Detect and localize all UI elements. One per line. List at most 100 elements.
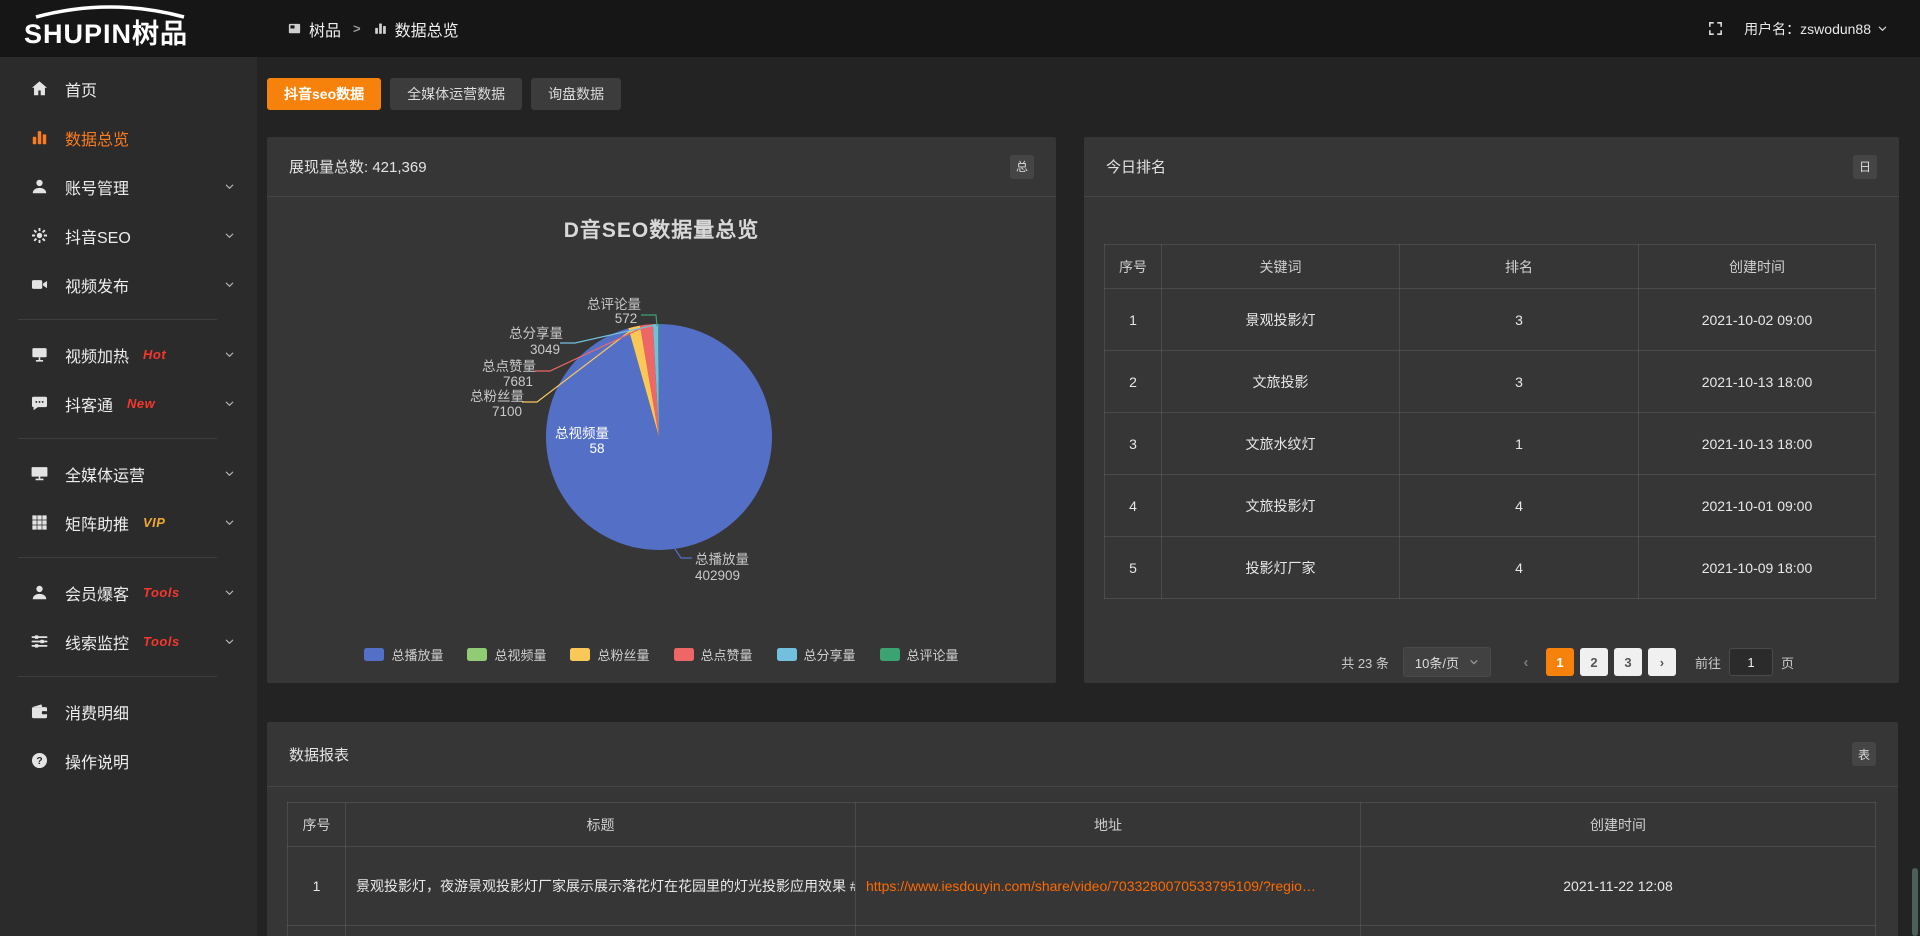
cell-序号: 5 [1105,537,1162,599]
chevron-down-icon [224,181,235,192]
column-header-关键词: 关键词 [1162,245,1400,289]
goto-page-input[interactable] [1729,648,1773,676]
legend-chip [777,648,797,661]
legend-label: 总点赞量 [701,645,753,664]
data-tabs: 抖音seo数据全媒体运营数据询盘数据 [267,78,1898,110]
ranking-table: 序号关键词排名创建时间1景观投影灯32021-10-02 09:002文旅投影3… [1104,244,1876,599]
sidebar-item-tag: Tools [143,634,180,649]
column-header-标题: 标题 [346,803,856,847]
legend-chip [880,648,900,661]
sidebar-item-消费明细[interactable]: 消费明细 [0,687,257,736]
table-row: 1景观投影灯，夜游景观投影灯厂家展示展示落花灯在花园里的灯光投影应用效果 #ht… [288,847,1876,926]
sidebar-item-首页[interactable]: 首页 [0,64,257,113]
legend-item-总评论量[interactable]: 总评论量 [880,645,959,664]
sidebar-item-数据总览[interactable]: 数据总览 [0,113,257,162]
pie-chart: D音SEO数据量总览 总播放量402909总视频量58总粉丝量7100总点赞量7… [267,197,1056,682]
total-badge[interactable]: 总 [1010,155,1034,179]
report-link[interactable]: https://www.iesdouyin.com/share/video/70… [866,878,1316,894]
legend-item-总点赞量[interactable]: 总点赞量 [674,645,753,664]
page-size-select[interactable]: 10条/页 [1403,647,1491,677]
sidebar-item-矩阵助推[interactable]: 矩阵助推VIP [0,498,257,547]
cell-序号: 4 [1105,475,1162,537]
ranking-table-wrap: 序号关键词排名创建时间1景观投影灯32021-10-02 09:002文旅投影3… [1084,197,1899,599]
next-page-button[interactable]: › [1648,648,1676,676]
sidebar-item-label: 操作说明 [65,749,129,773]
pie-label-name-总粉丝量: 总粉丝量 [470,389,524,404]
sidebar-item-label: 全媒体运营 [65,462,145,486]
sidebar-item-抖音SEO[interactable]: 抖音SEO [0,211,257,260]
tab-抖音seo数据[interactable]: 抖音seo数据 [267,78,381,110]
chevron-down-icon [224,587,235,598]
goto-label: 前往 [1695,653,1721,672]
sidebar-item-全媒体运营[interactable]: 全媒体运营 [0,449,257,498]
chevron-down-icon [224,230,235,241]
report-table-wrap: 序号标题地址创建时间1景观投影灯，夜游景观投影灯厂家展示展示落花灯在花园里的灯光… [267,787,1898,936]
page-button-3[interactable]: 3 [1614,648,1642,676]
sidebar-item-label: 线索监控 [65,630,129,654]
legend-chip [364,648,384,661]
pie-label-value-总分享量: 3049 [530,342,560,357]
table-row-partial [288,926,1876,936]
sidebar-item-操作说明[interactable]: ?操作说明 [0,736,257,785]
cell-time: 2021-11-22 12:08 [1361,847,1876,926]
sliders-icon [30,632,50,652]
pie-label-value-总粉丝量: 7100 [492,404,522,419]
legend-item-总视频量[interactable]: 总视频量 [467,645,546,664]
wallet-icon [30,702,50,722]
column-header-创建时间: 创建时间 [1361,803,1876,847]
pie-label-value-总评论量: 572 [615,311,638,326]
pie-label-name-总播放量: 总播放量 [695,552,749,567]
breadcrumb-label: 树品 [309,17,341,41]
pie-label-value-总点赞量: 7681 [503,374,533,389]
sidebar-item-label: 数据总览 [65,126,129,150]
page-size-label: 10条/页 [1415,653,1459,672]
legend-label: 总分享量 [804,645,856,664]
sidebar-item-视频发布[interactable]: 视频发布 [0,260,257,309]
fullscreen-icon[interactable] [1707,20,1724,37]
sidebar-item-线索监控[interactable]: 线索监控 Tools [0,617,257,666]
cell-关键词: 景观投影灯 [1162,289,1400,351]
pie-label-name-总点赞量: 总点赞量 [482,359,536,374]
legend-label: 总评论量 [907,645,959,664]
legend-item-总粉丝量[interactable]: 总粉丝量 [570,645,649,664]
logo[interactable]: SHUPIN树品 [0,0,257,57]
scrollbar[interactable] [1912,868,1918,936]
cell-关键词: 文旅水纹灯 [1162,413,1400,475]
breadcrumb: 树品 > 数据总览 [287,17,459,41]
chart-panel: 展现量总数: 421,369 总 D音SEO数据量总览 总播放量402909总视… [267,137,1056,683]
sidebar-item-会员爆客[interactable]: 会员爆客Tools [0,568,257,617]
prev-page-button[interactable]: ‹ [1512,648,1540,676]
breadcrumb-item-home[interactable]: 树品 [287,17,341,41]
table-header-row: 序号关键词排名创建时间 [1105,245,1876,289]
sidebar-menu: 首页数据总览账号管理抖音SEO 视频发布视频加热Hot抖客通New 全媒体运营矩阵助… [0,64,257,785]
table-row: 2文旅投影32021-10-13 18:00 [1105,351,1876,413]
sidebar-item-tag: Tools [143,585,180,600]
screen-play-icon [30,345,50,365]
legend-item-总播放量[interactable]: 总播放量 [364,645,443,664]
pie-label-value-总播放量: 402909 [695,568,740,583]
day-badge[interactable]: 日 [1853,155,1877,179]
sidebar-item-视频加热[interactable]: 视频加热Hot [0,330,257,379]
breadcrumb-item-current[interactable]: 数据总览 [373,17,459,41]
user-menu[interactable]: 用户名：zswodun88 [1744,19,1888,39]
cell-empty [346,926,856,936]
chevron-down-icon [224,636,235,647]
ranking-panel: 今日排名 日 序号关键词排名创建时间1景观投影灯32021-10-02 09:0… [1084,137,1899,683]
logo-arc [30,5,190,24]
sidebar-item-账号管理[interactable]: 账号管理 [0,162,257,211]
cell-关键词: 文旅投影灯 [1162,475,1400,537]
legend-item-总分享量[interactable]: 总分享量 [777,645,856,664]
sidebar: 首页数据总览账号管理抖音SEO 视频发布视频加热Hot抖客通New 全媒体运营矩阵助… [0,57,257,936]
table-badge[interactable]: 表 [1852,742,1876,766]
legend-label: 总粉丝量 [597,645,649,664]
table-header-row: 序号标题地址创建时间 [288,803,1876,847]
page-button-1[interactable]: 1 [1546,648,1574,676]
sidebar-item-label: 视频发布 [65,273,129,297]
column-header-序号: 序号 [288,803,346,847]
sidebar-item-抖客通[interactable]: 抖客通New [0,379,257,428]
tab-询盘数据[interactable]: 询盘数据 [531,78,621,110]
page-button-2[interactable]: 2 [1580,648,1608,676]
tab-全媒体运营数据[interactable]: 全媒体运营数据 [390,78,522,110]
breadcrumb-separator: > [353,21,361,36]
column-header-排名: 排名 [1400,245,1639,289]
